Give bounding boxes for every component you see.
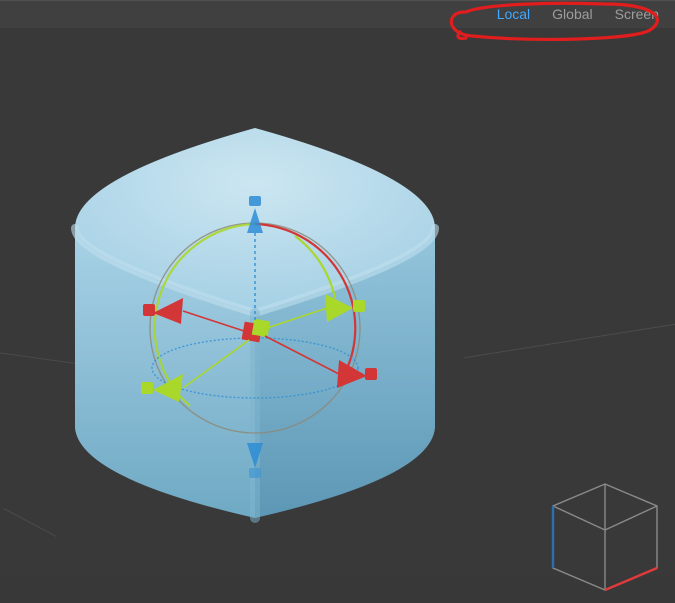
grid-line — [464, 323, 675, 358]
top-toolbar: Local Global Screen — [0, 0, 675, 29]
tab-local[interactable]: Local — [495, 2, 532, 26]
tab-global[interactable]: Global — [550, 2, 594, 26]
scene-object-cube[interactable] — [35, 118, 475, 538]
orientation-tabs: Local Global Screen — [495, 0, 661, 28]
viewport-3d[interactable] — [0, 28, 675, 577]
tab-screen[interactable]: Screen — [613, 2, 661, 26]
orientation-cube-widget[interactable] — [545, 478, 665, 598]
